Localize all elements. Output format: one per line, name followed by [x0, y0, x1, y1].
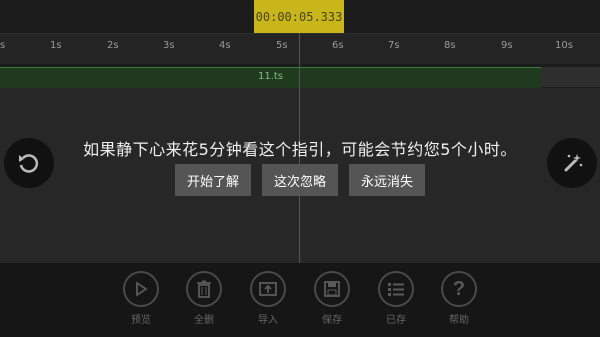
- timecode-display: 00:00:05.333: [254, 0, 344, 33]
- never-show-guide-button[interactable]: 永远消失: [349, 164, 425, 196]
- save-label: 保存: [322, 315, 342, 326]
- skip-guide-button[interactable]: 这次忽略: [262, 164, 338, 196]
- ruler-tick-label: 1s: [50, 40, 62, 51]
- time-ruler[interactable]: s 1s 2s 3s 4s 5s 6s 7s 8s 9s 10s: [0, 33, 600, 64]
- preview-button[interactable]: 预览: [116, 271, 166, 326]
- ruler-tick-label: 7s: [388, 40, 400, 51]
- save-button[interactable]: 保存: [307, 271, 357, 326]
- ruler-tick-label: 3s: [163, 40, 175, 51]
- import-icon: [250, 271, 286, 307]
- list-icon: [378, 271, 414, 307]
- delete-all-button[interactable]: 全删: [179, 271, 229, 326]
- import-label: 导入: [258, 315, 278, 326]
- start-guide-button[interactable]: 开始了解: [175, 164, 251, 196]
- delete-all-label: 全删: [194, 315, 214, 326]
- ruler-tick-label: 5s: [276, 40, 288, 51]
- ruler-tick-label: 2s: [107, 40, 119, 51]
- play-icon: [123, 271, 159, 307]
- bottom-toolbar: 预览 全删 导入 保存 已存 ? 帮助: [0, 263, 600, 337]
- import-button[interactable]: 导入: [243, 271, 293, 326]
- ruler-tick-label: s: [0, 40, 6, 51]
- ruler-tick-label: 6s: [332, 40, 344, 51]
- help-icon: ?: [441, 271, 477, 307]
- save-icon: [314, 271, 350, 307]
- preview-label: 预览: [131, 315, 151, 326]
- ruler-tick-label: 8s: [444, 40, 456, 51]
- help-button[interactable]: ? 帮助: [434, 271, 484, 326]
- trash-icon: [186, 271, 222, 307]
- ruler-tick-label: 4s: [219, 40, 231, 51]
- saved-list-label: 已存: [386, 315, 406, 326]
- saved-list-button[interactable]: 已存: [371, 271, 421, 326]
- ruler-tick-label: 10s: [555, 40, 573, 51]
- clip-name: 11.ts: [257, 71, 284, 82]
- guide-message: 如果静下心来花5分钟看这个指引，可能会节约您5个小时。: [83, 140, 517, 159]
- track-empty-region: [541, 67, 600, 87]
- help-label: 帮助: [449, 315, 469, 326]
- ruler-tick-label: 9s: [501, 40, 513, 51]
